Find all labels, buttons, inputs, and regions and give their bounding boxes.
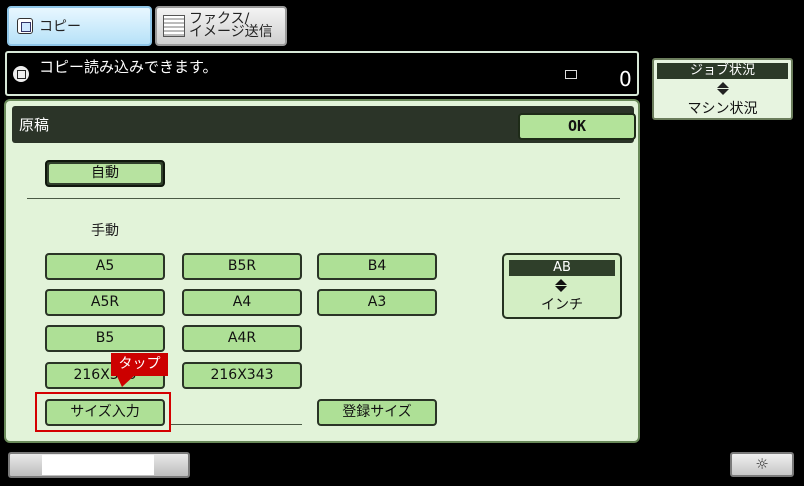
size-b5-button[interactable]: B5	[45, 325, 165, 352]
size-a4r-button[interactable]: A4R	[182, 325, 302, 352]
status-message: コピー読み込みできます。	[39, 58, 218, 76]
size-input-underline	[169, 424, 302, 425]
unit-toggle-button[interactable]: AB インチ	[502, 253, 622, 319]
tab-fax-label-line2: イメージ送信	[189, 24, 273, 40]
toggle-arrows-icon	[555, 279, 567, 293]
tab-fax-image-send[interactable]: ファクス/ イメージ送信	[155, 6, 287, 46]
unit-ab-label: AB	[509, 260, 615, 276]
size-b5r-button[interactable]: B5R	[182, 253, 302, 280]
registered-size-button[interactable]: 登録サイズ	[317, 399, 437, 426]
fax-icon	[163, 15, 185, 37]
size-b4-button[interactable]: B4	[317, 253, 437, 280]
auto-button[interactable]: 自動	[45, 160, 165, 187]
size-a4-button[interactable]: A4	[182, 289, 302, 316]
tap-highlight-frame	[35, 392, 171, 432]
unit-inch-label: インチ	[541, 297, 583, 313]
message-bar: コピー読み込みできます。 0	[5, 51, 639, 96]
auto-button-label: 自動	[49, 164, 161, 183]
panel-header: 原稿 OK	[12, 106, 636, 143]
panel-title: 原稿	[19, 116, 50, 134]
manual-label: 手動	[91, 223, 119, 239]
job-queue-icon	[565, 70, 577, 79]
sun-icon: ☼	[755, 455, 769, 473]
tap-callout: タップ	[111, 353, 168, 376]
size-a5-button[interactable]: A5	[45, 253, 165, 280]
section-divider	[27, 198, 620, 199]
copy-icon	[17, 18, 33, 34]
size-216x343-button[interactable]: 216X343	[182, 362, 302, 389]
toggle-arrows-icon	[717, 82, 729, 96]
tab-copy[interactable]: コピー	[7, 6, 152, 46]
tab-copy-label: コピー	[39, 19, 81, 35]
job-status-label: ジョブ状況	[657, 63, 788, 79]
brightness-button[interactable]: ☼	[730, 452, 794, 477]
job-status-button[interactable]: ジョブ状況 マシン状況	[652, 58, 793, 120]
size-a3-button[interactable]: A3	[317, 289, 437, 316]
size-a5r-button[interactable]: A5R	[45, 289, 165, 316]
job-count: 0	[619, 67, 632, 91]
machine-status-label: マシン状況	[687, 101, 758, 117]
bottom-slider[interactable]	[8, 452, 190, 478]
copy-status-icon	[13, 66, 29, 82]
slider-track	[42, 455, 154, 475]
ok-button[interactable]: OK	[518, 113, 636, 140]
